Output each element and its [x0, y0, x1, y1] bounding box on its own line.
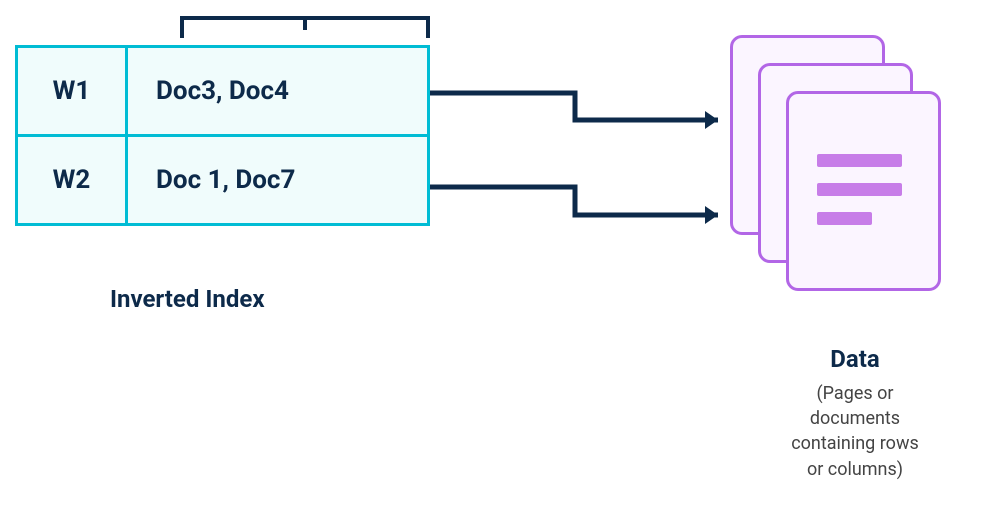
table-row: W1 Doc3, Doc4: [17, 47, 429, 136]
index-docs-cell: Doc3, Doc4: [127, 47, 429, 136]
index-key-cell: W1: [17, 47, 127, 136]
documents-stack: [730, 35, 940, 305]
doc-content-line: [817, 183, 902, 196]
data-title: Data: [775, 345, 935, 373]
table-row: W2 Doc 1, Doc7: [17, 136, 429, 225]
table-bracket: [180, 10, 430, 40]
doc-content-line: [817, 212, 872, 225]
arrows-container: [430, 45, 740, 265]
document-page-icon: [786, 91, 941, 291]
index-key-cell: W2: [17, 136, 127, 225]
index-docs-cell: Doc 1, Doc7: [127, 136, 429, 225]
inverted-index-label: Inverted Index: [110, 285, 265, 313]
doc-content-line: [817, 154, 902, 167]
diagram-container: W1 Doc3, Doc4 W2 Doc 1, Doc7 Inverted In…: [0, 0, 986, 505]
data-subtitle: (Pages or documents containing rows or c…: [775, 381, 935, 482]
document-lines-icon: [817, 154, 907, 241]
data-label-group: Data (Pages or documents containing rows…: [775, 345, 935, 482]
inverted-index-table: W1 Doc3, Doc4 W2 Doc 1, Doc7: [15, 45, 430, 226]
